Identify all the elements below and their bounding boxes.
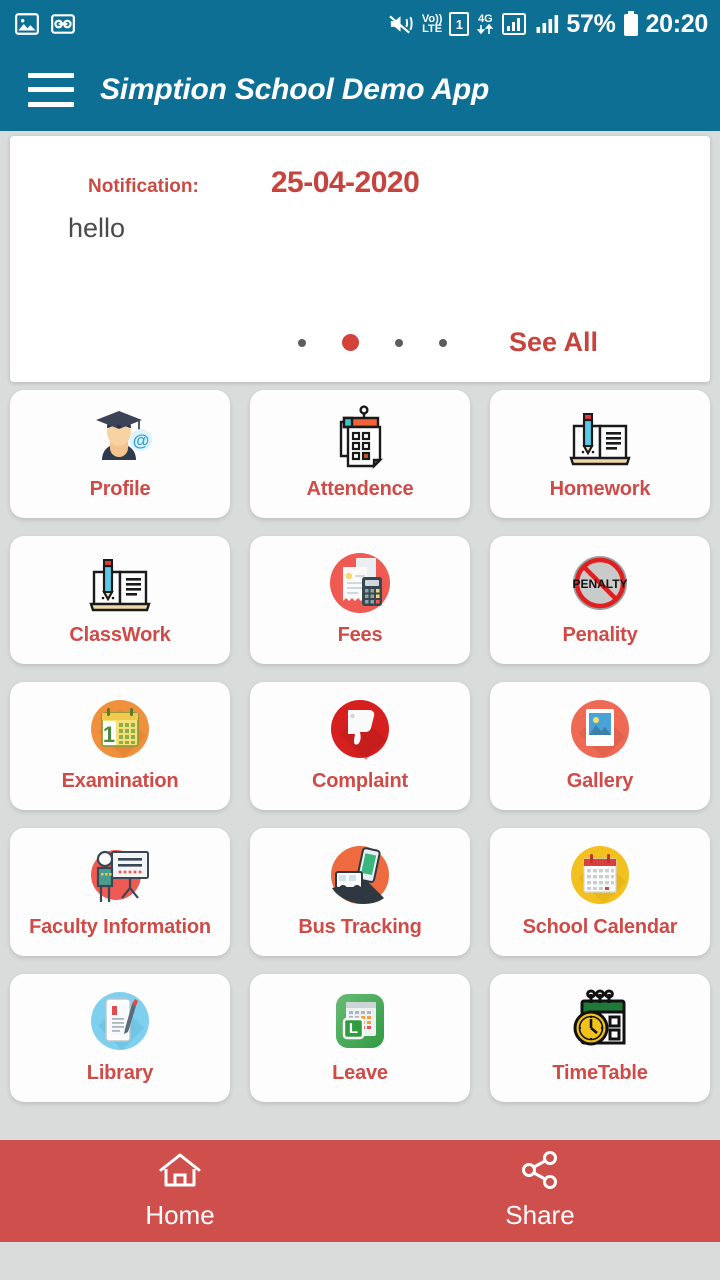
tile-label: Bus Tracking xyxy=(298,916,422,938)
leave-app-icon: L xyxy=(324,988,396,1054)
photo-picture-icon xyxy=(564,696,636,762)
tile-label: TimeTable xyxy=(552,1062,648,1084)
thumbs-down-icon xyxy=(324,696,396,762)
tile-profile[interactable]: @ Profile xyxy=(10,390,230,518)
tile-label: Leave xyxy=(332,1062,388,1084)
tile-label: Attendence xyxy=(306,478,414,500)
tile-label: Profile xyxy=(89,478,151,500)
network-type-icon: 4G xyxy=(476,12,494,35)
see-all-link[interactable]: See All xyxy=(509,327,598,358)
tile-classwork[interactable]: ClassWork xyxy=(10,536,230,664)
hamburger-menu-icon[interactable] xyxy=(28,72,74,107)
tile-gallery[interactable]: Gallery xyxy=(490,682,710,810)
tile-faculty-information[interactable]: Faculty Information xyxy=(10,828,230,956)
teacher-whiteboard-icon xyxy=(84,842,156,908)
bottom-navigation-bar: Home Share xyxy=(0,1140,720,1242)
network-type-label: 4G xyxy=(478,12,493,25)
tile-homework[interactable]: Homework xyxy=(490,390,710,518)
tile-complaint[interactable]: Complaint xyxy=(250,682,470,810)
clock-calendar-icon xyxy=(564,988,636,1054)
tile-label: School Calendar xyxy=(522,916,678,938)
tile-label: Faculty Information xyxy=(29,916,211,938)
sim-card-icon: 1 xyxy=(449,12,470,36)
volte-bottom-label: LTE xyxy=(422,23,443,35)
notification-footer: See All xyxy=(10,327,710,358)
notification-card[interactable]: Notification: 25-04-2020 hello See All xyxy=(10,136,710,382)
menu-grid: @ Profile Attendence Homework ClassWork … xyxy=(0,390,720,1102)
bottom-nav-label: Share xyxy=(505,1200,575,1230)
signal-bars-boxed-icon xyxy=(501,12,527,36)
tile-fees[interactable]: Fees xyxy=(250,536,470,664)
tile-attendence[interactable]: Attendence xyxy=(250,390,470,518)
tablet-pen-icon xyxy=(84,988,156,1054)
mute-vibrate-icon xyxy=(388,12,415,36)
tile-penality[interactable]: PENALTY Penality xyxy=(490,536,710,664)
tile-examination[interactable]: 1 Examination xyxy=(10,682,230,810)
home-icon xyxy=(157,1151,203,1196)
notification-label: Notification: xyxy=(88,176,199,197)
svg-text:PENALTY: PENALTY xyxy=(572,577,627,591)
bottom-nav-home[interactable]: Home xyxy=(0,1151,360,1231)
carousel-page-indicator[interactable] xyxy=(298,334,447,351)
tile-leave[interactable]: L Leave xyxy=(250,974,470,1102)
share-icon xyxy=(518,1151,562,1196)
tile-label: Complaint xyxy=(312,770,408,792)
tile-label: Fees xyxy=(337,624,383,646)
tile-label: Library xyxy=(86,1062,154,1084)
notification-header: Notification: 25-04-2020 xyxy=(10,136,710,200)
status-bar-right-icons: Vo)) LTE 1 4G 57% 20:20 xyxy=(388,11,708,37)
penalty-prohibition-icon: PENALTY xyxy=(564,550,636,616)
tile-school-calendar[interactable]: School Calendar xyxy=(490,828,710,956)
yellow-calendar-icon xyxy=(564,842,636,908)
svg-text:@: @ xyxy=(133,431,150,450)
book-pencil-icon xyxy=(564,404,636,470)
notification-date: 25-04-2020 xyxy=(270,166,420,199)
tile-label: Gallery xyxy=(566,770,634,792)
page-dot-active[interactable] xyxy=(342,334,359,351)
app-screen: Vo)) LTE 1 4G 57% 20:20 Simption School … xyxy=(0,0,720,1280)
bottom-filler xyxy=(0,1242,720,1280)
tile-label: Examination xyxy=(61,770,179,792)
tile-timetable[interactable]: TimeTable xyxy=(490,974,710,1102)
status-bar-left-icons xyxy=(14,11,76,37)
page-dot[interactable] xyxy=(439,338,447,347)
bottom-nav-label: Home xyxy=(145,1200,215,1230)
tile-library[interactable]: Library xyxy=(10,974,230,1102)
bottom-nav-share[interactable]: Share xyxy=(360,1151,720,1231)
battery-icon xyxy=(623,11,639,37)
clock-label: 20:20 xyxy=(645,9,709,38)
page-title: Simption School Demo App xyxy=(100,72,490,106)
tile-bus-tracking[interactable]: Bus Tracking xyxy=(250,828,470,956)
screenshot-icon xyxy=(14,11,40,37)
wall-calendar-checklist-icon xyxy=(324,404,396,470)
page-dot[interactable] xyxy=(298,338,306,347)
invoice-calculator-icon xyxy=(324,550,396,616)
signal-bars-icon xyxy=(534,12,559,36)
page-dot[interactable] xyxy=(395,338,403,347)
graduate-avatar-icon: @ xyxy=(84,404,156,470)
book-pencil-icon xyxy=(84,550,156,616)
voicemail-icon xyxy=(50,11,76,37)
svg-text:L: L xyxy=(349,1020,358,1037)
tile-label: Homework xyxy=(549,478,651,500)
tile-label: ClassWork xyxy=(69,624,171,646)
notification-message: hello xyxy=(68,213,126,243)
status-bar: Vo)) LTE 1 4G 57% 20:20 xyxy=(0,0,720,48)
app-bar: Simption School Demo App xyxy=(0,48,720,131)
battery-percent-label: 57% xyxy=(566,9,616,38)
bus-phone-tracking-icon xyxy=(324,842,396,908)
volte-icon: Vo)) LTE xyxy=(422,14,443,35)
svg-text:1: 1 xyxy=(103,722,115,747)
tile-label: Penality xyxy=(562,624,638,646)
orange-calendar-icon: 1 xyxy=(84,696,156,762)
